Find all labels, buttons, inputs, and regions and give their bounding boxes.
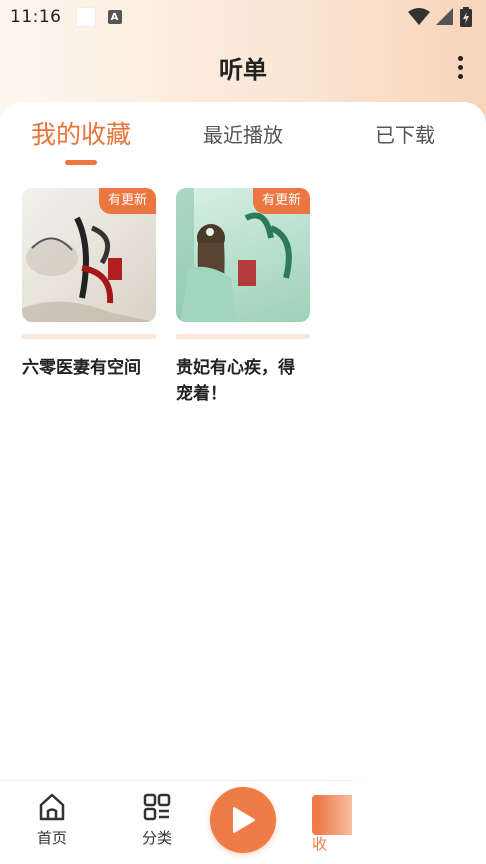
play-button[interactable] [210, 787, 276, 853]
book-cover[interactable]: 有更新 [22, 188, 156, 322]
book-cover[interactable]: 有更新 [176, 188, 310, 322]
tab-bar: 我的收藏 最近播放 已下载 [0, 116, 486, 166]
notification-square-icon [75, 7, 96, 27]
cover-shelf [22, 334, 156, 339]
tab-favorites[interactable]: 我的收藏 [0, 116, 162, 166]
signal-icon [436, 8, 453, 25]
nav-home[interactable]: 首页 [22, 791, 82, 848]
tab-label: 我的收藏 [30, 120, 131, 149]
nav-category[interactable]: 分类 [127, 791, 187, 848]
book-card[interactable]: 有更新 六零医妻有空间 [22, 188, 156, 407]
more-vertical-icon[interactable] [450, 52, 470, 82]
update-badge: 有更新 [98, 188, 156, 214]
nav-label: 分类 [141, 829, 172, 847]
nav-label: 首页 [36, 829, 67, 847]
status-right-icons [408, 7, 472, 27]
tab-active-indicator [65, 160, 97, 165]
battery-icon [460, 7, 472, 27]
update-badge: 有更新 [252, 188, 310, 214]
book-grid: 有更新 六零医妻有空间 有更新 贵妃有心疾，得宠着！ [22, 188, 310, 407]
home-icon [39, 793, 65, 821]
category-grid-icon [143, 793, 171, 821]
wifi-icon [408, 8, 430, 25]
tab-label: 最近播放 [203, 123, 283, 147]
a-app-icon: A [107, 10, 122, 24]
book-title[interactable]: 贵妃有心疾，得宠着！ [176, 355, 310, 407]
book-card[interactable]: 有更新 贵妃有心疾，得宠着！ [176, 188, 310, 407]
status-time: 11:16 [10, 7, 62, 27]
status-bar: 11:16 A [0, 0, 486, 34]
fade-overlay [318, 780, 486, 864]
tab-downloaded[interactable]: 已下载 [324, 116, 486, 166]
content-panel: 我的收藏 最近播放 已下载 有更新 六零医妻有空间 有更新 贵妃有心疾，得宠着！ [0, 102, 486, 780]
tab-recent[interactable]: 最近播放 [162, 116, 324, 166]
tab-label: 已下载 [375, 123, 435, 147]
book-title[interactable]: 六零医妻有空间 [22, 355, 156, 381]
app-header: 听单 [0, 40, 486, 94]
cover-shelf [176, 334, 310, 339]
page-title: 听单 [219, 55, 267, 84]
play-icon [233, 807, 255, 833]
